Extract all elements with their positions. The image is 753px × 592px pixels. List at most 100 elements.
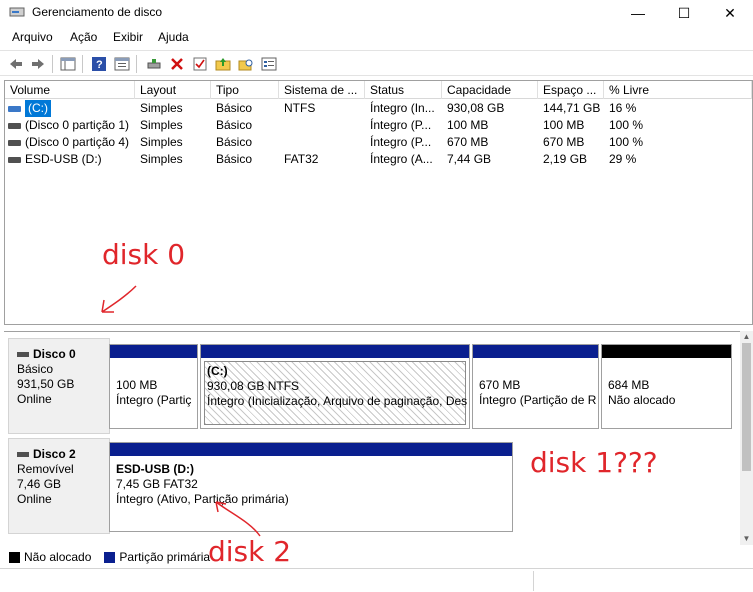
toolbar-separator bbox=[136, 55, 137, 73]
menu-acao[interactable]: Ação bbox=[70, 30, 97, 44]
status-bar-segment bbox=[533, 571, 751, 591]
connect-drive-icon[interactable] bbox=[144, 54, 164, 74]
column-header-filesystem[interactable]: Sistema de ... bbox=[279, 81, 365, 99]
column-header-percent-free[interactable]: % Livre bbox=[604, 81, 752, 99]
minimize-button[interactable]: — bbox=[615, 0, 661, 26]
tipo-cell: Básico bbox=[216, 118, 253, 132]
disk-type: Removível bbox=[17, 462, 74, 476]
volume-name: (Disco 0 partição 1) bbox=[25, 118, 130, 132]
close-button[interactable]: ✕ bbox=[707, 0, 753, 26]
drive-icon bbox=[8, 156, 21, 163]
filesystem-cell: NTFS bbox=[284, 101, 316, 115]
disk-pane-scrollbar[interactable]: ▲ ▼ bbox=[740, 331, 753, 545]
free-space-cell: 2,19 GB bbox=[543, 152, 588, 166]
menu-ajuda[interactable]: Ajuda bbox=[158, 30, 189, 44]
annotation-disk2: disk 2 bbox=[208, 535, 292, 568]
menu-arquivo[interactable]: Arquivo bbox=[12, 30, 53, 44]
capacity-cell: 930,08 GB bbox=[447, 101, 505, 115]
partition-label: ESD-USB (D:) bbox=[116, 462, 194, 476]
percent-free-cell: 16 % bbox=[609, 101, 637, 115]
percent-free-cell: 100 % bbox=[609, 118, 644, 132]
disk-name: Disco 0 bbox=[33, 347, 76, 361]
partition-size: 7,45 GB FAT32 bbox=[116, 477, 198, 491]
disk-icon bbox=[17, 352, 29, 357]
drive-icon bbox=[8, 105, 21, 112]
table-row[interactable]: (C:) Simples Básico NTFS Íntegro (In... … bbox=[5, 100, 752, 117]
disk-0-info[interactable]: Disco 0 Básico 931,50 GB Online bbox=[8, 338, 110, 434]
column-header-free-space[interactable]: Espaço ... bbox=[538, 81, 604, 99]
capacity-cell: 100 MB bbox=[447, 118, 489, 132]
unallocated-block[interactable]: 684 MB Não alocado bbox=[601, 344, 732, 429]
disk-graphical-view: Disco 0 Básico 931,50 GB Online 100 MB Í… bbox=[4, 331, 740, 545]
window-title: Gerenciamento de disco bbox=[32, 5, 163, 19]
legend: Não alocado Partição primária bbox=[4, 547, 753, 567]
partition-status: Íntegro (Partiç bbox=[116, 393, 192, 407]
partition-block[interactable]: 670 MB Íntegro (Partição de R bbox=[472, 344, 599, 429]
delete-icon[interactable] bbox=[167, 54, 187, 74]
column-header-tipo[interactable]: Tipo bbox=[211, 81, 279, 99]
legend-unallocated: Não alocado bbox=[24, 550, 92, 564]
scrollbar-thumb[interactable] bbox=[742, 343, 751, 471]
partition-status: Íntegro (Inicialização, Arquivo de pagin… bbox=[207, 394, 468, 408]
drive-icon bbox=[8, 122, 21, 129]
scroll-down-icon[interactable]: ▼ bbox=[740, 533, 753, 545]
column-header-volume[interactable]: Volume bbox=[5, 81, 135, 99]
status-cell: Íntegro (In... bbox=[370, 101, 435, 115]
filesystem-cell bbox=[284, 117, 365, 134]
free-space-cell: 100 MB bbox=[543, 118, 585, 132]
scroll-up-icon[interactable]: ▲ bbox=[740, 331, 753, 343]
disk-status: Online bbox=[17, 392, 52, 406]
properties-icon[interactable] bbox=[112, 54, 132, 74]
layout-cell: Simples bbox=[140, 101, 183, 115]
layout-cell: Simples bbox=[140, 135, 183, 149]
help-icon[interactable]: ? bbox=[89, 54, 109, 74]
column-header-status[interactable]: Status bbox=[365, 81, 442, 99]
capacity-cell: 7,44 GB bbox=[447, 152, 492, 166]
check-properties-icon[interactable] bbox=[190, 54, 210, 74]
status-cell: Íntegro (P... bbox=[370, 135, 432, 149]
table-row[interactable]: (Disco 0 partição 1) Simples Básico Ínte… bbox=[5, 117, 752, 134]
forward-arrow-icon[interactable] bbox=[28, 54, 48, 74]
annotation-disk1: disk 1??? bbox=[530, 446, 658, 479]
table-row[interactable]: ESD-USB (D:) Simples Básico FAT32 Íntegr… bbox=[5, 151, 752, 168]
settings-list-icon[interactable] bbox=[259, 54, 279, 74]
status-cell: Íntegro (A... bbox=[370, 152, 433, 166]
status-bar bbox=[0, 568, 753, 592]
partition-block-c[interactable]: (C:) 930,08 GB NTFS Íntegro (Inicializaç… bbox=[200, 344, 470, 429]
tipo-cell: Básico bbox=[216, 152, 253, 166]
disk-name: Disco 2 bbox=[33, 447, 76, 461]
column-header-capacity[interactable]: Capacidade bbox=[442, 81, 538, 99]
disk-size: 931,50 GB bbox=[17, 377, 75, 391]
annotation-arrow bbox=[101, 285, 137, 313]
title-bar: Gerenciamento de disco — ☐ ✕ bbox=[0, 0, 753, 26]
console-tree-icon[interactable] bbox=[58, 54, 78, 74]
partition-block-d[interactable]: ESD-USB (D:) 7,45 GB FAT32 Íntegro (Ativ… bbox=[109, 442, 513, 532]
disk-management-icon bbox=[9, 5, 25, 19]
free-space-cell: 144,71 GB bbox=[543, 101, 601, 115]
drive-icon bbox=[8, 139, 21, 146]
percent-free-cell: 29 % bbox=[609, 152, 637, 166]
search-folder-icon[interactable] bbox=[236, 54, 256, 74]
partition-status: Íntegro (Partição de R bbox=[479, 393, 597, 407]
column-header-layout[interactable]: Layout bbox=[135, 81, 211, 99]
primary-partition-swatch bbox=[104, 552, 116, 564]
disk-2-info[interactable]: Disco 2 Removível 7,46 GB Online bbox=[8, 438, 110, 534]
disk-size: 7,46 GB bbox=[17, 477, 62, 491]
upload-folder-icon[interactable] bbox=[213, 54, 233, 74]
maximize-button[interactable]: ☐ bbox=[661, 0, 707, 26]
toolbar: ? bbox=[0, 50, 753, 76]
unallocated-swatch bbox=[9, 552, 20, 564]
partition-size: 670 MB bbox=[479, 378, 521, 392]
disk-type: Básico bbox=[17, 362, 54, 376]
back-arrow-icon[interactable] bbox=[6, 54, 26, 74]
table-row[interactable]: (Disco 0 partição 4) Simples Básico Ínte… bbox=[5, 134, 752, 151]
tipo-cell: Básico bbox=[216, 135, 253, 149]
legend-primary: Partição primária bbox=[119, 550, 211, 564]
partition-block[interactable]: 100 MB Íntegro (Partiç bbox=[109, 344, 198, 429]
partition-size: 684 MB bbox=[608, 378, 650, 392]
volume-name: (C:) bbox=[25, 100, 51, 117]
layout-cell: Simples bbox=[140, 118, 183, 132]
partition-size: 100 MB bbox=[116, 378, 158, 392]
volume-name: (Disco 0 partição 4) bbox=[25, 135, 130, 149]
menu-exibir[interactable]: Exibir bbox=[113, 30, 143, 44]
